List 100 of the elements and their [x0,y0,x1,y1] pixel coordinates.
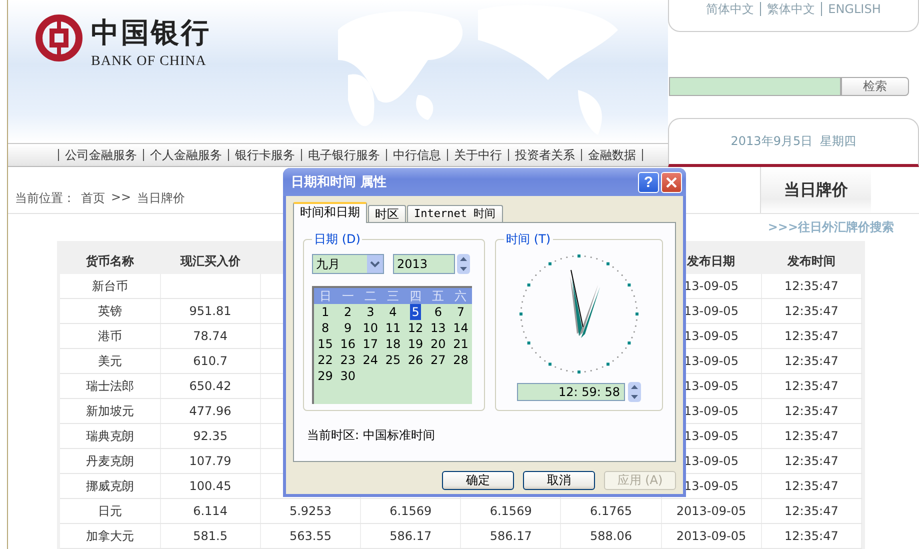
calendar-day[interactable]: 3 [364,304,376,320]
table-cell: 586.17 [360,524,461,548]
table-cell: 日元 [60,498,160,524]
table-cell: 5.9253 [260,498,361,524]
calendar-day[interactable]: 17 [360,336,380,352]
calendar-day[interactable]: 9 [342,320,354,336]
table-cell: 瑞士法郎 [60,374,160,398]
table-cell: 新台币 [60,274,160,298]
table-cell: 12:35:47 [761,424,862,448]
calendar-day[interactable]: 18 [383,336,403,352]
dialog-tab[interactable]: 时区 [368,205,406,222]
table-cell: 加拿大元 [60,524,160,548]
table-cell: 英镑 [60,298,160,324]
nav-link[interactable]: 金融数据 [581,149,643,162]
table-cell: 12:35:47 [761,374,862,398]
breadcrumb-separator: >> [111,190,132,206]
year-field[interactable]: 2013 [393,254,455,274]
nav-link[interactable]: 个人金融服务 [143,149,228,162]
table-cell: 港币 [60,324,160,348]
calendar-day[interactable]: 24 [360,352,380,368]
spinner-button[interactable] [628,382,641,402]
calendar-day[interactable]: 20 [428,336,448,352]
calendar-day[interactable]: 4 [387,304,399,320]
weekday-label: 三 [382,288,404,304]
nav-link[interactable]: 中行信息 [386,149,447,162]
table-cell: 12:35:47 [761,474,862,498]
table-cell: 12:35:47 [761,348,862,374]
column-header: 发布时间 [761,248,862,274]
spinner-button[interactable] [457,254,470,274]
calendar-day[interactable]: 28 [451,352,470,368]
weekday-label: 五 [426,288,450,304]
calendar-day[interactable]: 7 [454,304,467,320]
month-value: 九月 [316,256,340,272]
table-cell: 12:35:47 [761,498,862,524]
calendar-day[interactable]: 10 [360,320,380,336]
column-header: 货币名称 [60,248,160,274]
table-cell: 650.42 [160,374,260,398]
weekday-label: 四 [404,288,427,304]
bank-logo-icon [35,14,83,62]
table-cell: 12:35:47 [761,274,862,298]
calendar-day[interactable]: 1 [319,304,332,320]
breadcrumb-label: 当前位置： [15,190,75,206]
close-icon [665,176,678,188]
nav-link[interactable]: 电子银行服务 [301,149,386,162]
calendar-day[interactable]: 11 [383,320,403,336]
search-button[interactable]: 检索 [841,76,909,96]
dialog-tab[interactable]: 时间和日期 [293,202,367,223]
table-cell: 951.81 [160,298,260,324]
breadcrumb-link[interactable]: 首页 [81,190,105,206]
table-cell: 100.45 [160,474,260,498]
table-cell: 588.06 [560,524,662,548]
group-label: 时间 (T) [505,231,552,248]
dialog-button[interactable]: 取消 [523,471,595,490]
calendar-day[interactable]: 27 [428,352,448,368]
calendar-day[interactable]: 23 [338,352,358,368]
close-button[interactable] [661,172,682,192]
calendar-day[interactable]: 15 [316,336,335,352]
dialog-button[interactable]: 确定 [442,471,514,490]
group-label: 日期 (D) [313,231,362,248]
calendar-day[interactable]: 25 [383,352,403,368]
table-cell: 12:35:47 [761,398,862,424]
calendar-day[interactable]: 16 [338,336,358,352]
calendar-day[interactable]: 30 [338,368,358,384]
calendar-day[interactable]: 19 [406,336,426,352]
table-cell: 477.96 [160,398,260,424]
time-field[interactable]: 12: 59: 58 [517,383,625,401]
table-cell: 610.7 [160,348,260,374]
nav-link[interactable]: 银行卡服务 [228,149,301,162]
nav-link[interactable]: 投资者关系 [508,149,581,162]
table-cell: 美元 [60,348,160,374]
search-field[interactable] [669,76,841,96]
nav-link[interactable]: 公司金融服务 [58,149,143,162]
calendar-day[interactable]: 13 [428,320,448,336]
calendar-day[interactable]: 12 [406,320,426,336]
calendar-day[interactable]: 29 [316,368,335,384]
help-button[interactable]: ? [638,172,659,192]
calendar-day[interactable]: 26 [406,352,426,368]
table-cell: 107.79 [160,448,260,474]
calendar-day[interactable]: 14 [451,320,470,336]
calendar-day[interactable]: 8 [319,320,332,336]
calendar-day[interactable]: 21 [451,336,470,352]
table-cell: 新加坡元 [60,398,160,424]
table-cell: 12:35:47 [761,524,862,548]
table-cell: 6.1569 [360,498,461,524]
breadcrumb-link[interactable]: 当日牌价 [137,190,186,206]
calendar-day[interactable]: 2 [342,304,354,320]
calendar-day[interactable]: 5 [410,304,422,320]
table-cell: 12:35:47 [761,298,862,324]
nav-link[interactable]: 关于中行 [447,149,508,162]
page-tab[interactable]: 当日牌价 [760,167,871,213]
month-dropdown[interactable]: 九月 [312,254,384,274]
calendar-day[interactable]: 6 [432,304,444,320]
caret-icon [370,260,380,268]
calendar-day[interactable]: 22 [316,352,335,368]
timezone-text: 当前时区: 中国标准时间 [307,427,436,444]
logo-chinese-text: 中国银行 [91,15,211,51]
table-cell: 92.35 [160,424,260,448]
weekday-label: 日 [314,288,337,304]
dialog-tab[interactable]: Internet 时间 [407,205,503,222]
weekday-label: 二 [359,288,382,304]
